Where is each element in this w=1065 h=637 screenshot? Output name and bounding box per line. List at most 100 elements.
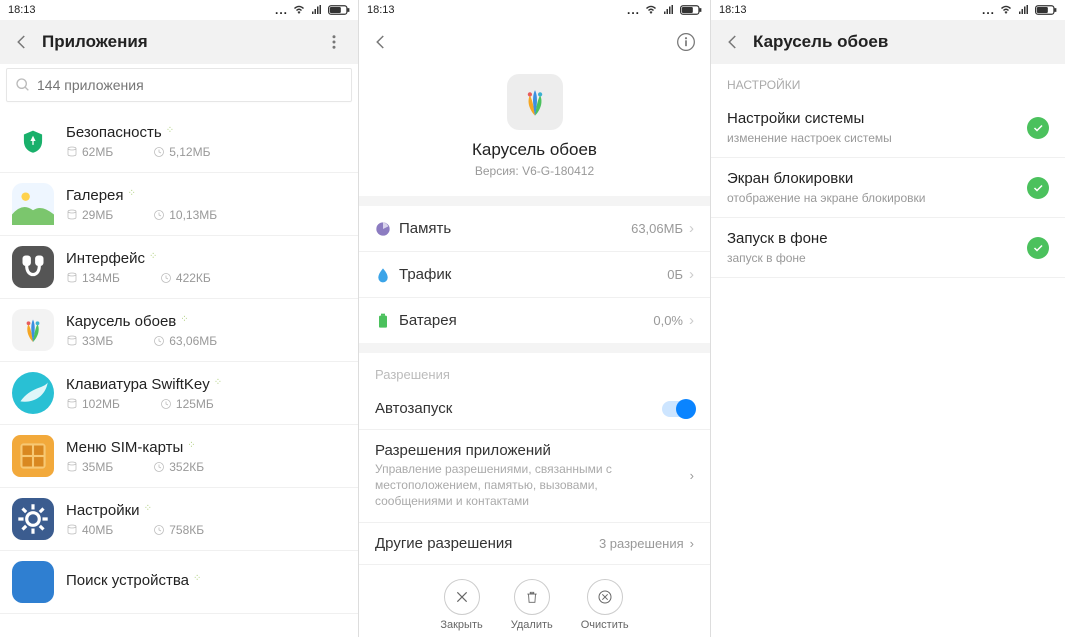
storage-stat: 62МБ bbox=[66, 145, 113, 159]
clear-label: Очистить bbox=[581, 619, 629, 631]
data-value: 758КБ bbox=[169, 523, 204, 537]
chevron-right-icon: › bbox=[690, 536, 694, 551]
memory-row[interactable]: Память 63,06МБ › bbox=[359, 206, 710, 252]
storage-value: 35МБ bbox=[82, 460, 113, 474]
app-row[interactable]: Карусель обоев⁘ 33МБ63,06МБ bbox=[0, 299, 358, 362]
menu-button[interactable] bbox=[322, 30, 346, 54]
memory-icon bbox=[375, 221, 391, 237]
storage-value: 29МБ bbox=[82, 208, 113, 222]
autostart-row[interactable]: Автозапуск bbox=[359, 388, 710, 430]
storage-icon bbox=[66, 335, 78, 347]
battery-icon bbox=[328, 4, 350, 16]
panel-app-detail: 18:13 ... Карусель обоев Версия: V6-G-1 bbox=[359, 0, 711, 637]
clock-icon bbox=[153, 461, 165, 473]
wifi-icon bbox=[644, 4, 658, 16]
signal-icon bbox=[662, 4, 676, 16]
running-indicator-icon: ⁘ bbox=[166, 126, 174, 136]
delete-button[interactable]: Удалить bbox=[511, 579, 553, 631]
app-version: Версия: V6-G-180412 bbox=[359, 164, 710, 178]
app-permissions-label: Разрешения приложений bbox=[375, 442, 615, 459]
chevron-left-icon bbox=[724, 33, 742, 51]
storage-value: 33МБ bbox=[82, 334, 113, 348]
app-row[interactable]: Поиск устройства⁘ bbox=[0, 551, 358, 614]
running-indicator-icon: ⁘ bbox=[144, 504, 152, 514]
signal-icon bbox=[1017, 4, 1031, 16]
data-stat: 422КБ bbox=[160, 271, 211, 285]
info-icon bbox=[676, 32, 696, 52]
storage-stat: 102МБ bbox=[66, 397, 120, 411]
clock-icon bbox=[153, 209, 165, 221]
search-box[interactable] bbox=[6, 68, 352, 102]
status-icons: ... bbox=[982, 3, 1057, 17]
storage-stat: 40МБ bbox=[66, 523, 113, 537]
app-icon bbox=[12, 372, 54, 414]
storage-stat: 35МБ bbox=[66, 460, 113, 474]
app-permissions-desc: Управление разрешениями, связанными с ме… bbox=[375, 461, 615, 510]
app-hero: Карусель обоев Версия: V6-G-180412 bbox=[359, 64, 710, 206]
chevron-right-icon: › bbox=[689, 266, 694, 283]
settings-section-label: НАСТРОЙКИ bbox=[711, 64, 1065, 98]
app-icon bbox=[12, 309, 54, 351]
info-button[interactable] bbox=[674, 30, 698, 54]
search-icon bbox=[15, 77, 31, 93]
data-value: 352КБ bbox=[169, 460, 204, 474]
running-indicator-icon: ⁘ bbox=[149, 252, 157, 262]
data-value: 63,06МБ bbox=[169, 334, 217, 348]
back-button[interactable] bbox=[10, 30, 34, 54]
battery-icon bbox=[680, 4, 702, 16]
status-time: 18:13 bbox=[367, 4, 395, 16]
close-label: Закрыть bbox=[440, 619, 482, 631]
clock-icon bbox=[153, 524, 165, 536]
back-button[interactable] bbox=[721, 30, 745, 54]
permissions-section-label: Разрешения bbox=[359, 343, 710, 388]
other-permissions-row[interactable]: Другие разрешения 3 разрешения › bbox=[359, 523, 710, 565]
wifi-icon bbox=[292, 4, 306, 16]
permission-row[interactable]: Запуск в фоне запуск в фоне bbox=[711, 218, 1065, 278]
wallpaper-carousel-icon bbox=[518, 85, 552, 119]
storage-value: 102МБ bbox=[82, 397, 120, 411]
app-permissions-row[interactable]: Разрешения приложений Управление разреше… bbox=[359, 430, 710, 523]
memory-label: Память bbox=[399, 220, 451, 237]
page-title: Приложения bbox=[42, 32, 148, 52]
app-name-label: Галерея bbox=[66, 187, 124, 204]
app-row[interactable]: Меню SIM-карты⁘ 35МБ352КБ bbox=[0, 425, 358, 488]
app-icon bbox=[12, 561, 54, 603]
back-button[interactable] bbox=[369, 30, 393, 54]
traffic-label: Трафик bbox=[399, 266, 451, 283]
app-row[interactable]: Интерфейс⁘ 134МБ422КБ bbox=[0, 236, 358, 299]
status-bar: 18:13 ... bbox=[0, 0, 358, 20]
chevron-right-icon: › bbox=[690, 468, 694, 483]
delete-label: Удалить bbox=[511, 619, 553, 631]
autostart-toggle[interactable] bbox=[662, 401, 694, 417]
permission-row[interactable]: Настройки системы изменение настроек сис… bbox=[711, 98, 1065, 158]
close-button[interactable]: Закрыть bbox=[440, 579, 482, 631]
app-row[interactable]: Безопасность⁘ 62МБ5,12МБ bbox=[0, 110, 358, 173]
storage-icon bbox=[66, 209, 78, 221]
app-row[interactable]: Галерея⁘ 29МБ10,13МБ bbox=[0, 173, 358, 236]
autostart-label: Автозапуск bbox=[375, 400, 452, 417]
battery-row[interactable]: Батарея 0,0% › bbox=[359, 298, 710, 343]
storage-icon bbox=[66, 461, 78, 473]
app-row[interactable]: Настройки⁘ 40МБ758КБ bbox=[0, 488, 358, 551]
clock-icon bbox=[153, 335, 165, 347]
battery-value: 0,0% bbox=[653, 313, 683, 328]
clock-icon bbox=[160, 398, 172, 410]
running-indicator-icon: ⁘ bbox=[214, 378, 222, 388]
panel-apps-list: 18:13 ... Приложения Безопасность⁘ 62МБ5… bbox=[0, 0, 359, 637]
data-stat: 125МБ bbox=[160, 397, 214, 411]
status-time: 18:13 bbox=[8, 4, 36, 16]
data-stat: 758КБ bbox=[153, 523, 204, 537]
app-name: Карусель обоев bbox=[359, 140, 710, 160]
app-icon bbox=[12, 183, 54, 225]
app-name-label: Клавиатура SwiftKey bbox=[66, 376, 210, 393]
clear-button[interactable]: Очистить bbox=[581, 579, 629, 631]
app-icon bbox=[12, 246, 54, 288]
search-input[interactable] bbox=[37, 77, 343, 93]
traffic-row[interactable]: Трафик 0Б › bbox=[359, 252, 710, 298]
permission-row[interactable]: Экран блокировки отображение на экране б… bbox=[711, 158, 1065, 218]
check-icon bbox=[1027, 237, 1049, 259]
storage-stat: 134МБ bbox=[66, 271, 120, 285]
app-row[interactable]: Клавиатура SwiftKey ⁘ 102МБ 125МБ bbox=[0, 362, 358, 425]
cellular-dots-icon: ... bbox=[627, 3, 640, 17]
app-icon bbox=[507, 74, 563, 130]
